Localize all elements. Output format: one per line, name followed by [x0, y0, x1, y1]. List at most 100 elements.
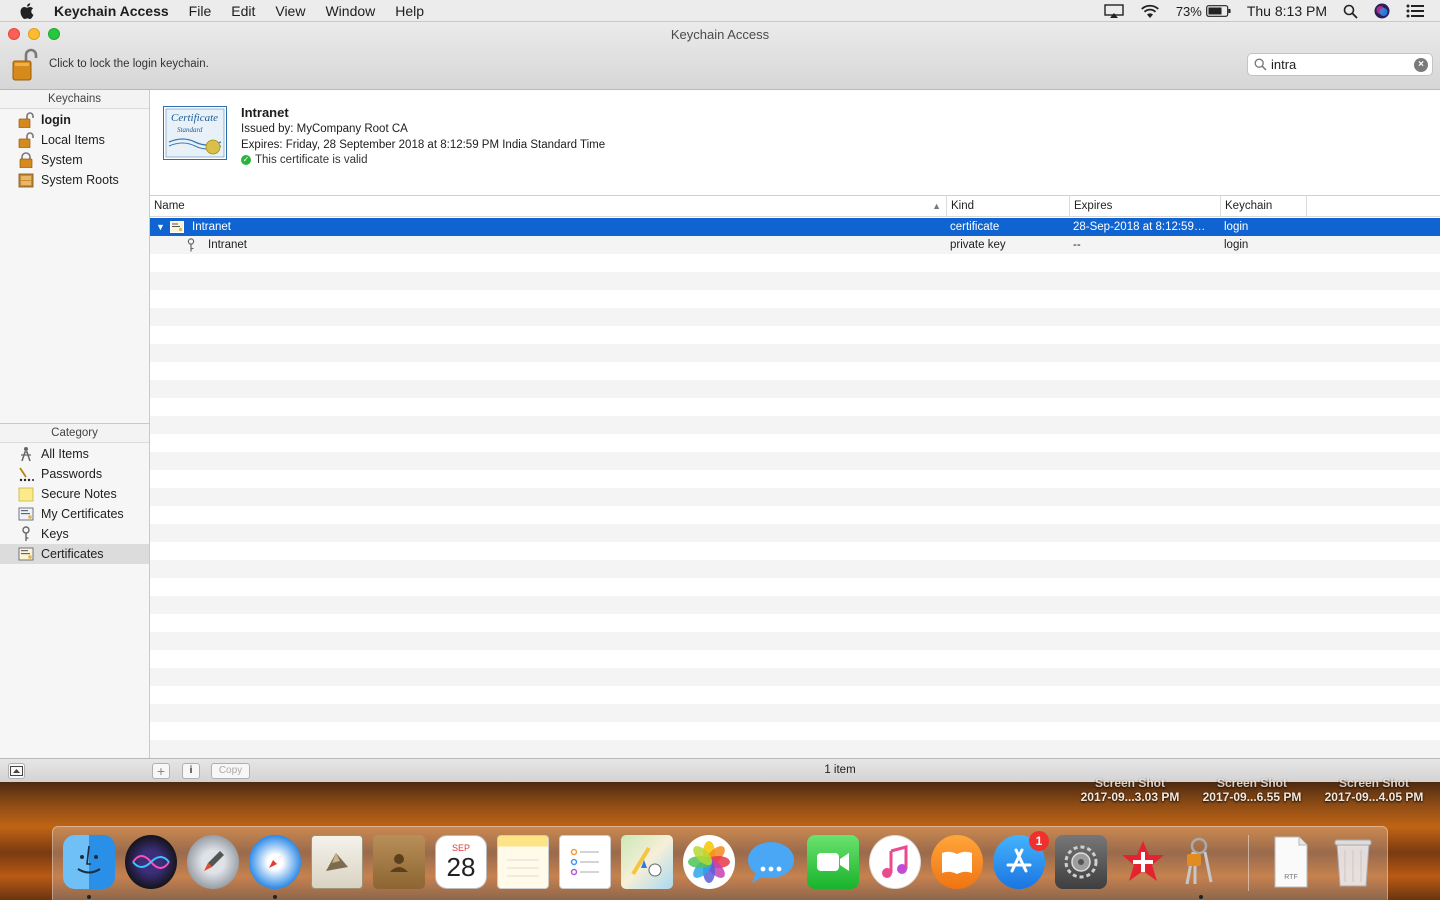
itunes-icon[interactable] [869, 835, 921, 889]
category-item-label: Certificates [41, 547, 104, 561]
reminders-icon[interactable] [559, 835, 611, 889]
key-icon [186, 238, 200, 252]
keychain-access-window: Keychain Access Click to lock the login … [0, 22, 1440, 782]
safari-running-indicator [273, 895, 277, 899]
category-header: Category [0, 424, 149, 443]
category-item-my-certificates[interactable]: My Certificates [0, 504, 149, 524]
rtf-document-icon[interactable]: RTF [1265, 835, 1317, 889]
app-store-icon[interactable]: 1 [993, 831, 1049, 889]
row-name: Intranet [192, 221, 231, 233]
column-header-kind[interactable]: Kind [947, 196, 1070, 217]
category-section: Category All Items Passwords Secure Note… [0, 423, 149, 564]
apple-menu-icon[interactable] [0, 2, 54, 19]
menu-bar: Keychain Access File Edit View Window He… [0, 0, 1440, 22]
sidebar: Keychains login Local Items System Syste… [0, 90, 150, 758]
facetime-icon[interactable] [807, 835, 859, 889]
photos-icon[interactable] [683, 835, 735, 889]
disclosure-triangle-icon[interactable]: ▼ [156, 222, 166, 232]
column-header-label: Keychain [1225, 200, 1273, 212]
desktop-file-screenshot-3[interactable]: 2017-09...4.05 PM [1314, 790, 1434, 804]
row-name: Intranet [208, 239, 247, 251]
menu-help[interactable]: Help [395, 3, 424, 19]
category-item-passwords[interactable]: Passwords [0, 464, 149, 484]
detail-valid-text: This certificate is valid [255, 154, 368, 166]
keychain-access-dock-icon[interactable] [1177, 835, 1229, 889]
finder-icon[interactable] [63, 835, 115, 889]
desktop-file-screenshot-2[interactable]: 2017-09...6.55 PM [1192, 790, 1312, 804]
category-item-all-items[interactable]: All Items [0, 444, 149, 464]
category-item-keys[interactable]: Keys [0, 524, 149, 544]
main-content: Certificate Standard Intranet Issued by:… [150, 90, 1440, 758]
desktop-file-label-partial: Screen Shot [1216, 776, 1288, 790]
item-count: 1 item [824, 764, 856, 776]
certificate-icon [18, 546, 34, 562]
certificate-thumbnail-text: Certificate [171, 112, 219, 124]
category-item-label: Keys [41, 527, 69, 541]
menu-edit[interactable]: Edit [231, 3, 255, 19]
my-certificates-icon [18, 506, 34, 522]
category-item-certificates[interactable]: Certificates [0, 544, 149, 564]
column-header-expires[interactable]: Expires [1070, 196, 1221, 217]
menubar-clock[interactable]: Thu 8:13 PM [1247, 3, 1327, 19]
battery-icon[interactable] [1205, 5, 1231, 17]
menu-view[interactable]: View [275, 3, 305, 19]
desktop-file-label-partial: Screen Shot [1094, 776, 1166, 790]
dock-separator [1248, 835, 1249, 891]
row-kind: private key [950, 239, 1006, 251]
table-header: Name ▲ Kind Expires Keychain [150, 196, 1440, 217]
sort-ascending-icon: ▲ [932, 201, 941, 211]
category-item-label: Secure Notes [41, 487, 117, 501]
calendar-icon[interactable]: SEP 28 [435, 835, 487, 889]
clear-search-icon[interactable]: × [1414, 58, 1428, 72]
search-icon [1254, 58, 1267, 74]
spotlight-icon[interactable] [1343, 4, 1358, 19]
table-row[interactable]: Intranet private key -- login [150, 236, 1440, 254]
splashtop-icon[interactable] [1117, 835, 1169, 889]
menu-file[interactable]: File [189, 3, 212, 19]
airplay-icon[interactable] [1104, 3, 1124, 19]
mail-icon[interactable] [311, 835, 363, 889]
ibooks-icon[interactable] [931, 835, 983, 889]
sidebar-item-system[interactable]: System [0, 150, 149, 170]
search-field[interactable]: × [1247, 53, 1433, 76]
app-menu[interactable]: Keychain Access [54, 3, 169, 19]
passwords-icon [18, 466, 34, 482]
maps-icon[interactable] [621, 835, 673, 889]
sidebar-item-login[interactable]: login [0, 110, 149, 130]
table-row[interactable]: ▼ Intranet certificate 28-Sep-2018 at 8:… [150, 218, 1440, 236]
search-input[interactable] [1271, 56, 1411, 73]
system-preferences-icon[interactable] [1055, 835, 1107, 889]
dock: SEP 28 1 RTF [52, 826, 1388, 900]
finder-running-indicator [87, 895, 91, 899]
desktop-file-label-partial: Screen Shot [1338, 776, 1410, 790]
sidebar-item-label: System [41, 153, 83, 167]
launchpad-icon[interactable] [187, 835, 239, 889]
detail-issued-by: Issued by: MyCompany Root CA [241, 123, 408, 135]
siri-icon[interactable] [1374, 3, 1390, 19]
column-header-name[interactable]: Name ▲ [150, 196, 947, 217]
category-item-label: All Items [41, 447, 89, 461]
messages-icon[interactable] [745, 835, 797, 889]
key-icon [18, 526, 34, 542]
window-toolbar: Keychain Access Click to lock the login … [0, 22, 1440, 90]
contacts-icon[interactable] [373, 835, 425, 889]
sidebar-item-system-roots[interactable]: System Roots [0, 170, 149, 190]
desktop-file-screenshot-1[interactable]: 2017-09...3.03 PM [1070, 790, 1190, 804]
siri-app-icon[interactable] [125, 835, 177, 889]
open-lock-icon [18, 132, 34, 148]
column-header-keychain[interactable]: Keychain [1221, 196, 1307, 217]
lock-keychain-hint[interactable]: Click to lock the login keychain. [49, 58, 209, 70]
notes-icon[interactable] [497, 835, 549, 889]
sidebar-item-local-items[interactable]: Local Items [0, 130, 149, 150]
menu-window[interactable]: Window [325, 3, 375, 19]
trash-icon[interactable] [1327, 835, 1379, 889]
wifi-icon[interactable] [1140, 4, 1160, 19]
sidebar-item-label: System Roots [41, 173, 119, 187]
category-item-secure-notes[interactable]: Secure Notes [0, 484, 149, 504]
safari-icon[interactable] [249, 835, 301, 889]
unlocked-padlock-icon[interactable] [12, 48, 38, 82]
notification-center-icon[interactable] [1406, 4, 1424, 18]
lock-icon [18, 152, 34, 168]
category-item-label: Passwords [41, 467, 103, 481]
row-kind: certificate [950, 221, 1000, 233]
